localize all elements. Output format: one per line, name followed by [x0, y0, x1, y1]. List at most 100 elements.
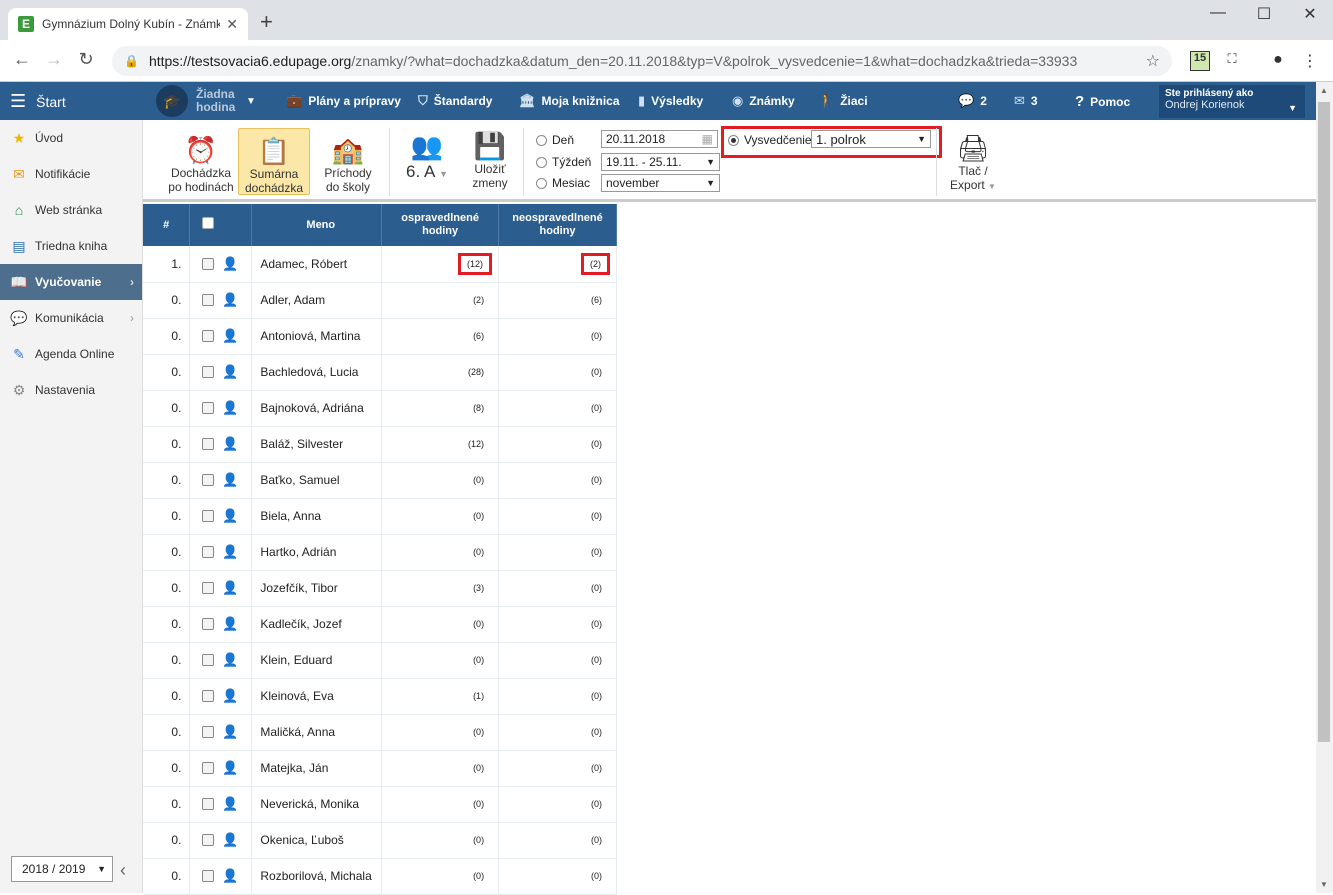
excused-cell[interactable]: (3) — [381, 570, 500, 607]
sidebar-item-uvod[interactable]: ★ Úvod — [0, 120, 142, 156]
collapse-sidebar-icon[interactable]: ‹ — [120, 860, 126, 881]
table-row[interactable]: 0. 👤 Maličká, Anna (0) (0) — [143, 714, 617, 751]
excused-cell[interactable]: (0) — [381, 786, 500, 823]
row-checkbox[interactable] — [202, 870, 215, 882]
student-name[interactable]: Okenica, Ľuboš — [251, 822, 383, 859]
back-icon[interactable]: ← — [10, 49, 34, 70]
table-row[interactable]: 0. 👤 Antoniová, Martina (6) (0) — [143, 318, 617, 355]
sidebar-item-triedna-kniha[interactable]: ▤ Triedna kniha — [0, 228, 142, 264]
radio-month[interactable]: Mesiac — [536, 176, 590, 190]
sidebar-item-nastavenia[interactable]: ⚙ Nastavenia — [0, 372, 142, 408]
messages-button[interactable]: 💬 2 — [958, 93, 987, 109]
student-name[interactable]: Kleinová, Eva — [251, 678, 383, 715]
row-checkbox[interactable] — [202, 726, 215, 738]
nav-grades[interactable]: ◉ Známky — [732, 93, 795, 109]
summary-attendance-button[interactable]: 📋 Sumárna dochádzka — [238, 128, 310, 195]
unexcused-cell[interactable]: (0) — [498, 822, 617, 859]
table-row[interactable]: 0. 👤 Kadlečík, Jozef (0) (0) — [143, 606, 617, 643]
month-select[interactable]: november ▼ — [601, 174, 720, 192]
unexcused-cell[interactable]: (0) — [498, 534, 617, 571]
help-button[interactable]: ? Pomoc — [1075, 93, 1130, 110]
student-name[interactable]: Bachledová, Lucia — [251, 354, 383, 391]
student-name[interactable]: Antoniová, Martina — [251, 318, 383, 355]
table-row[interactable]: 0. 👤 Klein, Eduard (0) (0) — [143, 642, 617, 679]
nav-library[interactable]: 🏛 Moja knižnica — [519, 93, 620, 109]
student-name[interactable]: Kadlečík, Jozef — [251, 606, 383, 643]
excused-cell[interactable]: (0) — [381, 714, 500, 751]
school-year-select[interactable]: 2018 / 2019 ▼ — [11, 856, 113, 882]
unexcused-cell[interactable]: (0) — [498, 714, 617, 751]
unexcused-cell[interactable]: (0) — [498, 858, 617, 895]
student-name[interactable]: Baláž, Silvester — [251, 426, 383, 463]
unexcused-cell[interactable]: (0) — [498, 606, 617, 643]
excused-cell[interactable]: (1) — [381, 678, 500, 715]
student-name[interactable]: Neverická, Monika — [251, 786, 383, 823]
unexcused-cell[interactable]: (0) — [498, 570, 617, 607]
forward-icon[interactable]: → — [42, 49, 66, 70]
unexcused-cell[interactable]: (0) — [498, 426, 617, 463]
row-checkbox[interactable] — [202, 294, 215, 306]
reload-icon[interactable]: ↻ — [74, 49, 98, 70]
student-name[interactable]: Adamec, Róbert — [251, 246, 383, 283]
row-checkbox[interactable] — [202, 474, 215, 486]
start-menu-button[interactable]: ☰ Štart — [10, 91, 66, 112]
profile-icon[interactable]: ● — [1268, 51, 1288, 71]
table-row[interactable]: 0. 👤 Bajnoková, Adriána (8) (0) — [143, 390, 617, 427]
class-selector[interactable]: 👥 6. A ▼ — [397, 130, 457, 184]
calendar-icon[interactable]: ▦ — [702, 132, 713, 146]
sidebar-item-web[interactable]: ⌂ Web stránka — [0, 192, 142, 228]
scroll-down-icon[interactable]: ▼ — [1320, 880, 1328, 889]
table-row[interactable]: 0. 👤 Bachledová, Lucia (28) (0) — [143, 354, 617, 391]
row-checkbox[interactable] — [202, 798, 215, 810]
student-name[interactable]: Baťko, Samuel — [251, 462, 383, 499]
unexcused-cell[interactable]: (0) — [498, 354, 617, 391]
sidebar-item-komunikacia[interactable]: 💬 Komunikácia › — [0, 300, 142, 336]
unexcused-cell[interactable]: (0) — [498, 750, 617, 787]
table-row[interactable]: 0. 👤 Jozefčík, Tibor (3) (0) — [143, 570, 617, 607]
hourly-attendance-button[interactable]: ⏰ Dochádzka po hodinách — [165, 134, 237, 194]
unexcused-cell[interactable]: (0) — [498, 642, 617, 679]
row-checkbox[interactable] — [202, 510, 215, 522]
print-export-button[interactable]: 🖨 Tlač / Export ▼ — [943, 132, 1003, 194]
nav-standards[interactable]: ⛉ Štandardy — [418, 93, 492, 109]
unexcused-cell[interactable]: (0) — [498, 786, 617, 823]
table-row[interactable]: 0. 👤 Rozborilová, Michala (0) (0) — [143, 858, 617, 895]
radio-report-card[interactable]: Vysvedčenie — [728, 133, 812, 147]
table-row[interactable]: 0. 👤 Okenica, Ľuboš (0) (0) — [143, 822, 617, 859]
unexcused-cell[interactable]: (0) — [498, 498, 617, 535]
unexcused-cell[interactable]: (0) — [498, 318, 617, 355]
student-name[interactable]: Rozborilová, Michala — [251, 858, 383, 895]
row-checkbox[interactable] — [202, 618, 215, 630]
table-row[interactable]: 0. 👤 Adler, Adam (2) (6) — [143, 282, 617, 319]
calendar-extension-icon[interactable]: 15 — [1190, 51, 1210, 71]
row-checkbox[interactable] — [202, 402, 215, 414]
browser-menu-icon[interactable]: ⋮ — [1300, 51, 1320, 71]
user-menu[interactable]: Ste prihlásený ako Ondrej Korienok ▼ — [1159, 85, 1305, 118]
unexcused-cell[interactable]: (0) — [498, 390, 617, 427]
maximize-icon[interactable]: ☐ — [1241, 4, 1287, 28]
report-period-select[interactable]: 1. polrok ▼ — [811, 130, 931, 148]
screenshot-extension-icon[interactable]: ⛶ — [1222, 51, 1242, 71]
nav-students[interactable]: 🚶 Žiaci — [818, 93, 868, 109]
excused-cell[interactable]: (12) — [381, 246, 500, 283]
new-tab-icon[interactable]: + — [260, 11, 273, 33]
scroll-up-icon[interactable]: ▲ — [1320, 86, 1328, 95]
excused-cell[interactable]: (0) — [381, 858, 500, 895]
row-checkbox[interactable] — [202, 654, 215, 666]
student-name[interactable]: Biela, Anna — [251, 498, 383, 535]
excused-cell[interactable]: (0) — [381, 642, 500, 679]
table-row[interactable]: 0. 👤 Neverická, Monika (0) (0) — [143, 786, 617, 823]
row-checkbox[interactable] — [202, 762, 215, 774]
table-row[interactable]: 0. 👤 Baťko, Samuel (0) (0) — [143, 462, 617, 499]
student-name[interactable]: Matejka, Ján — [251, 750, 383, 787]
student-name[interactable]: Klein, Eduard — [251, 642, 383, 679]
row-checkbox[interactable] — [202, 582, 215, 594]
nav-plans[interactable]: 💼 Plány a prípravy — [286, 93, 401, 109]
table-row[interactable]: 0. 👤 Matejka, Ján (0) (0) — [143, 750, 617, 787]
row-checkbox[interactable] — [202, 330, 215, 342]
student-name[interactable]: Adler, Adam — [251, 282, 383, 319]
url-field[interactable]: 🔒 https://testsovacia6.edupage.org/znamk… — [112, 46, 1172, 76]
student-name[interactable]: Jozefčík, Tibor — [251, 570, 383, 607]
radio-day[interactable]: Deň — [536, 133, 574, 147]
unexcused-cell[interactable]: (2) — [498, 246, 617, 283]
